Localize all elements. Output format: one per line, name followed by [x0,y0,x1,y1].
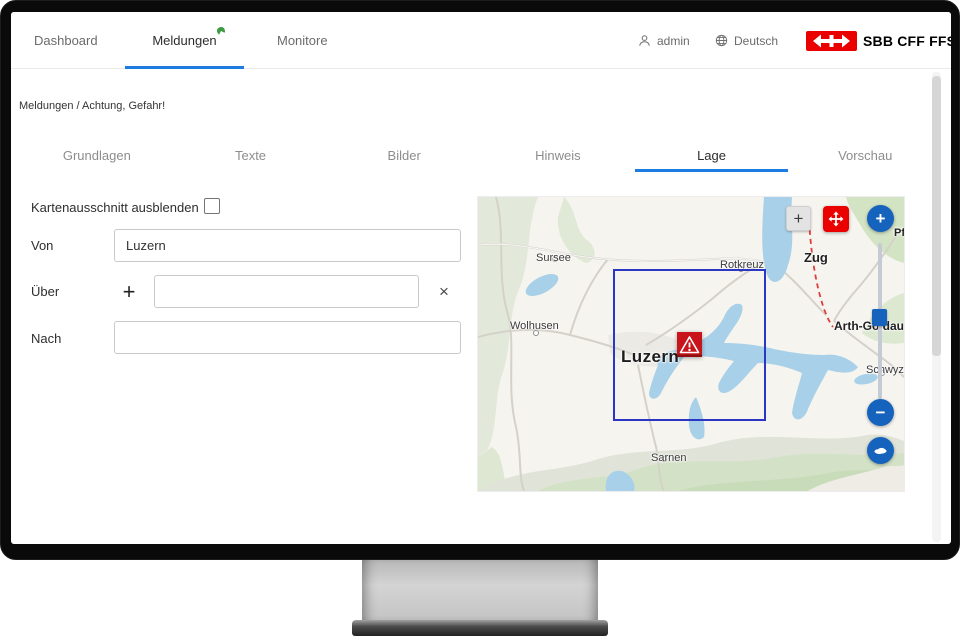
von-input[interactable] [114,229,461,262]
tab-vorschau[interactable]: Vorschau [788,142,942,172]
tab-bar: Grundlagen Texte Bilder Hinweis Lage Vor… [20,142,942,172]
hide-map-label: Kartenausschnitt ausblenden [31,200,199,215]
brand-text: SBB CFF FFS [863,33,951,49]
nav-item-meldungen-label: Meldungen [152,33,216,48]
map-label-zug: Zug [804,250,828,265]
zoom-slider-handle[interactable] [872,309,887,326]
tab-hinweis[interactable]: Hinweis [481,142,635,172]
warning-icon [677,332,702,357]
nach-label: Nach [31,331,61,346]
user-icon [638,34,651,47]
language-menu[interactable]: Deutsch [715,12,778,69]
map-label-sarnen: Sarnen [651,452,686,464]
top-nav: Dashboard Meldungen Monitore admin [11,12,951,69]
app-window: Dashboard Meldungen Monitore admin [11,12,951,544]
ueber-input[interactable] [154,275,419,308]
tab-grundlagen[interactable]: Grundlagen [20,142,174,172]
sbb-logo-icon [806,31,857,51]
switzerland-icon [873,446,888,456]
map-label-pf: Pf [894,227,904,239]
nav-item-dashboard[interactable]: Dashboard [34,12,98,69]
map-gray-plus-button[interactable]: + [786,206,811,231]
monitor-frame: Dashboard Meldungen Monitore admin [0,0,960,560]
clear-via-button[interactable]: × [431,275,457,308]
ueber-label: Über [31,284,59,299]
zoom-out-button[interactable]: − [867,399,894,426]
nav-item-monitore[interactable]: Monitore [277,12,328,69]
tab-bilder[interactable]: Bilder [327,142,481,172]
map-pan-button[interactable] [823,206,849,232]
danger-marker[interactable] [677,332,702,357]
add-via-button[interactable]: + [116,275,142,308]
zoom-in-button[interactable]: + [867,205,894,232]
hide-map-checkbox[interactable] [204,198,220,214]
map-label-wolhusen: Wolhusen [510,320,559,332]
pan-arrows-icon [828,211,844,227]
page-scrollbar[interactable] [932,72,941,542]
page-scrollbar-thumb[interactable] [932,76,941,356]
map-label-sursee: Sursee [536,252,571,264]
reset-extent-button[interactable] [867,437,894,464]
map-label-schwyz: Schwyz [866,364,904,376]
brand: SBB CFF FFS [806,12,951,69]
nach-input[interactable] [114,321,461,354]
active-nav-underline [125,66,244,69]
globe-icon [715,34,728,47]
breadcrumb: Meldungen / Achtung, Gefahr! [19,100,165,112]
nav-item-meldungen[interactable]: Meldungen [125,12,244,69]
user-name: admin [657,34,690,48]
tab-lage[interactable]: Lage [635,142,789,172]
von-label: Von [31,238,53,253]
map-label-arth-goldau: Arth-Goldau [834,319,904,333]
tab-texte[interactable]: Texte [174,142,328,172]
monitor-stand-base [352,620,608,636]
user-menu[interactable]: admin [638,12,690,69]
map[interactable]: Sursee Rotkreuz Zug Wolhusen Luzern Arth… [478,197,904,491]
language-label: Deutsch [734,34,778,48]
